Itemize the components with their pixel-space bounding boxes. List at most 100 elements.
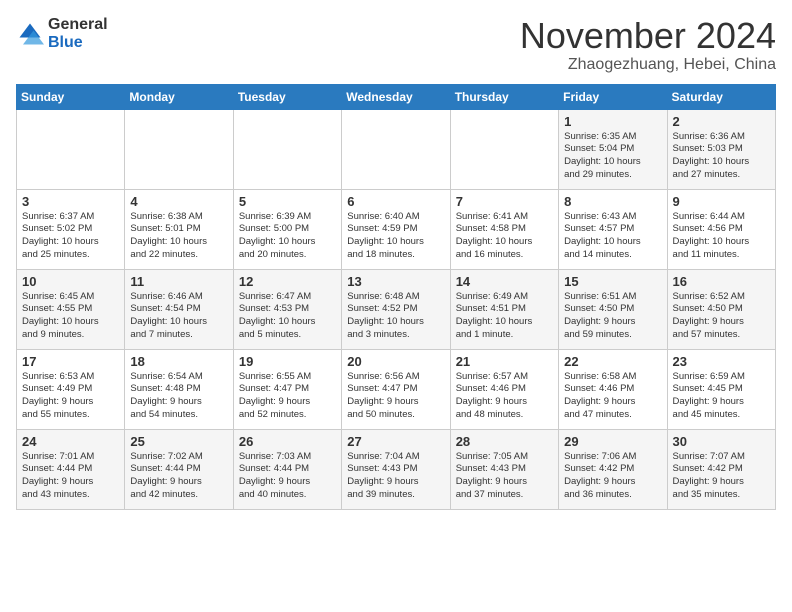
day-info: Sunrise: 6:57 AM Sunset: 4:46 PM Dayligh… <box>456 371 553 422</box>
calendar-cell: 11 Sunrise: 6:46 AM Sunset: 4:54 PM Dayli… <box>125 269 233 349</box>
calendar-cell: 12Sunrise: 6:47 AM Sunset: 4:53 PM Dayli… <box>233 269 341 349</box>
calendar-cell: 6 Sunrise: 6:40 AM Sunset: 4:59 PM Daylig… <box>342 189 450 269</box>
day-number: 29 <box>564 434 661 449</box>
calendar-cell <box>17 109 125 189</box>
day-info: Sunrise: 6:51 AM Sunset: 4:50 PM Dayligh… <box>564 291 661 342</box>
calendar-week-row: 1 Sunrise: 6:35 AM Sunset: 5:04 PM Daylig… <box>17 109 776 189</box>
day-number: 18 <box>130 354 227 369</box>
header-day: Thursday <box>450 84 558 109</box>
day-number: 28 <box>456 434 553 449</box>
header-day: Sunday <box>17 84 125 109</box>
day-number: 5 <box>239 194 336 209</box>
day-number: 1 <box>564 114 661 129</box>
day-info: Sunrise: 7:06 AM Sunset: 4:42 PM Dayligh… <box>564 451 661 502</box>
day-info: Sunrise: 6:49 AM Sunset: 4:51 PM Dayligh… <box>456 291 553 342</box>
day-number: 10 <box>22 274 119 289</box>
day-info: Sunrise: 7:03 AM Sunset: 4:44 PM Dayligh… <box>239 451 336 502</box>
day-info: Sunrise: 6:54 AM Sunset: 4:48 PM Dayligh… <box>130 371 227 422</box>
calendar-cell: 26Sunrise: 7:03 AM Sunset: 4:44 PM Dayli… <box>233 429 341 509</box>
calendar-cell: 25Sunrise: 7:02 AM Sunset: 4:44 PM Dayli… <box>125 429 233 509</box>
logo-general: General <box>48 16 108 34</box>
day-number: 15 <box>564 274 661 289</box>
calendar-cell <box>342 109 450 189</box>
calendar-cell: 21Sunrise: 6:57 AM Sunset: 4:46 PM Dayli… <box>450 349 558 429</box>
day-info: Sunrise: 6:40 AM Sunset: 4:59 PM Dayligh… <box>347 211 444 262</box>
calendar-cell: 13 Sunrise: 6:48 AM Sunset: 4:52 PM Dayli… <box>342 269 450 349</box>
day-number: 6 <box>347 194 444 209</box>
calendar-cell: 30 Sunrise: 7:07 AM Sunset: 4:42 PM Dayli… <box>667 429 775 509</box>
calendar-cell <box>233 109 341 189</box>
calendar-cell: 3Sunrise: 6:37 AM Sunset: 5:02 PM Daylig… <box>17 189 125 269</box>
calendar-week-row: 24 Sunrise: 7:01 AM Sunset: 4:44 PM Dayli… <box>17 429 776 509</box>
location: Zhaogezhuang, Hebei, China <box>520 56 776 74</box>
day-number: 17 <box>22 354 119 369</box>
header-day: Saturday <box>667 84 775 109</box>
day-number: 9 <box>673 194 770 209</box>
calendar-cell: 15 Sunrise: 6:51 AM Sunset: 4:50 PM Dayli… <box>559 269 667 349</box>
day-number: 4 <box>130 194 227 209</box>
day-number: 23 <box>673 354 770 369</box>
day-number: 22 <box>564 354 661 369</box>
day-info: Sunrise: 7:07 AM Sunset: 4:42 PM Dayligh… <box>673 451 770 502</box>
header-day: Monday <box>125 84 233 109</box>
day-number: 20 <box>347 354 444 369</box>
logo-icon <box>16 20 44 48</box>
day-info: Sunrise: 6:58 AM Sunset: 4:46 PM Dayligh… <box>564 371 661 422</box>
day-info: Sunrise: 6:53 AM Sunset: 4:49 PM Dayligh… <box>22 371 119 422</box>
day-info: Sunrise: 6:52 AM Sunset: 4:50 PM Dayligh… <box>673 291 770 342</box>
day-number: 7 <box>456 194 553 209</box>
calendar-cell: 23 Sunrise: 6:59 AM Sunset: 4:45 PM Dayli… <box>667 349 775 429</box>
day-number: 19 <box>239 354 336 369</box>
day-number: 11 <box>130 274 227 289</box>
day-info: Sunrise: 7:05 AM Sunset: 4:43 PM Dayligh… <box>456 451 553 502</box>
header-day: Tuesday <box>233 84 341 109</box>
calendar-cell <box>450 109 558 189</box>
calendar-cell <box>125 109 233 189</box>
calendar-week-row: 3Sunrise: 6:37 AM Sunset: 5:02 PM Daylig… <box>17 189 776 269</box>
day-info: Sunrise: 7:04 AM Sunset: 4:43 PM Dayligh… <box>347 451 444 502</box>
day-info: Sunrise: 6:44 AM Sunset: 4:56 PM Dayligh… <box>673 211 770 262</box>
calendar-cell: 22 Sunrise: 6:58 AM Sunset: 4:46 PM Dayli… <box>559 349 667 429</box>
day-info: Sunrise: 7:01 AM Sunset: 4:44 PM Dayligh… <box>22 451 119 502</box>
day-info: Sunrise: 6:36 AM Sunset: 5:03 PM Dayligh… <box>673 131 770 182</box>
calendar-cell: 8Sunrise: 6:43 AM Sunset: 4:57 PM Daylig… <box>559 189 667 269</box>
header-day: Wednesday <box>342 84 450 109</box>
day-number: 30 <box>673 434 770 449</box>
calendar-cell: 9 Sunrise: 6:44 AM Sunset: 4:56 PM Daylig… <box>667 189 775 269</box>
calendar-cell: 16Sunrise: 6:52 AM Sunset: 4:50 PM Dayli… <box>667 269 775 349</box>
day-info: Sunrise: 6:45 AM Sunset: 4:55 PM Dayligh… <box>22 291 119 342</box>
calendar-cell: 7 Sunrise: 6:41 AM Sunset: 4:58 PM Daylig… <box>450 189 558 269</box>
calendar-cell: 28 Sunrise: 7:05 AM Sunset: 4:43 PM Dayli… <box>450 429 558 509</box>
calendar-cell: 27Sunrise: 7:04 AM Sunset: 4:43 PM Dayli… <box>342 429 450 509</box>
day-info: Sunrise: 6:35 AM Sunset: 5:04 PM Dayligh… <box>564 131 661 182</box>
day-number: 13 <box>347 274 444 289</box>
day-info: Sunrise: 6:39 AM Sunset: 5:00 PM Dayligh… <box>239 211 336 262</box>
day-info: Sunrise: 6:55 AM Sunset: 4:47 PM Dayligh… <box>239 371 336 422</box>
day-info: Sunrise: 6:41 AM Sunset: 4:58 PM Dayligh… <box>456 211 553 262</box>
day-info: Sunrise: 6:59 AM Sunset: 4:45 PM Dayligh… <box>673 371 770 422</box>
calendar-cell: 19 Sunrise: 6:55 AM Sunset: 4:47 PM Dayli… <box>233 349 341 429</box>
day-number: 8 <box>564 194 661 209</box>
calendar-cell: 5 Sunrise: 6:39 AM Sunset: 5:00 PM Daylig… <box>233 189 341 269</box>
calendar-cell: 20Sunrise: 6:56 AM Sunset: 4:47 PM Dayli… <box>342 349 450 429</box>
calendar-week-row: 17 Sunrise: 6:53 AM Sunset: 4:49 PM Dayli… <box>17 349 776 429</box>
calendar-week-row: 10 Sunrise: 6:45 AM Sunset: 4:55 PM Dayli… <box>17 269 776 349</box>
page-header: General Blue November 2024 Zhaogezhuang,… <box>16 16 776 74</box>
logo-blue: Blue <box>48 34 108 52</box>
day-info: Sunrise: 6:47 AM Sunset: 4:53 PM Dayligh… <box>239 291 336 342</box>
day-number: 24 <box>22 434 119 449</box>
day-info: Sunrise: 6:46 AM Sunset: 4:54 PM Dayligh… <box>130 291 227 342</box>
calendar-cell: 24 Sunrise: 7:01 AM Sunset: 4:44 PM Dayli… <box>17 429 125 509</box>
day-info: Sunrise: 6:37 AM Sunset: 5:02 PM Dayligh… <box>22 211 119 262</box>
header-row: SundayMondayTuesdayWednesdayThursdayFrid… <box>17 84 776 109</box>
calendar-table: SundayMondayTuesdayWednesdayThursdayFrid… <box>16 84 776 510</box>
day-info: Sunrise: 7:02 AM Sunset: 4:44 PM Dayligh… <box>130 451 227 502</box>
day-info: Sunrise: 6:48 AM Sunset: 4:52 PM Dayligh… <box>347 291 444 342</box>
day-info: Sunrise: 6:38 AM Sunset: 5:01 PM Dayligh… <box>130 211 227 262</box>
calendar-cell: 10 Sunrise: 6:45 AM Sunset: 4:55 PM Dayli… <box>17 269 125 349</box>
calendar-cell: 4 Sunrise: 6:38 AM Sunset: 5:01 PM Daylig… <box>125 189 233 269</box>
day-number: 2 <box>673 114 770 129</box>
day-number: 14 <box>456 274 553 289</box>
logo-text: General Blue <box>48 16 108 51</box>
calendar-cell: 17 Sunrise: 6:53 AM Sunset: 4:49 PM Dayli… <box>17 349 125 429</box>
